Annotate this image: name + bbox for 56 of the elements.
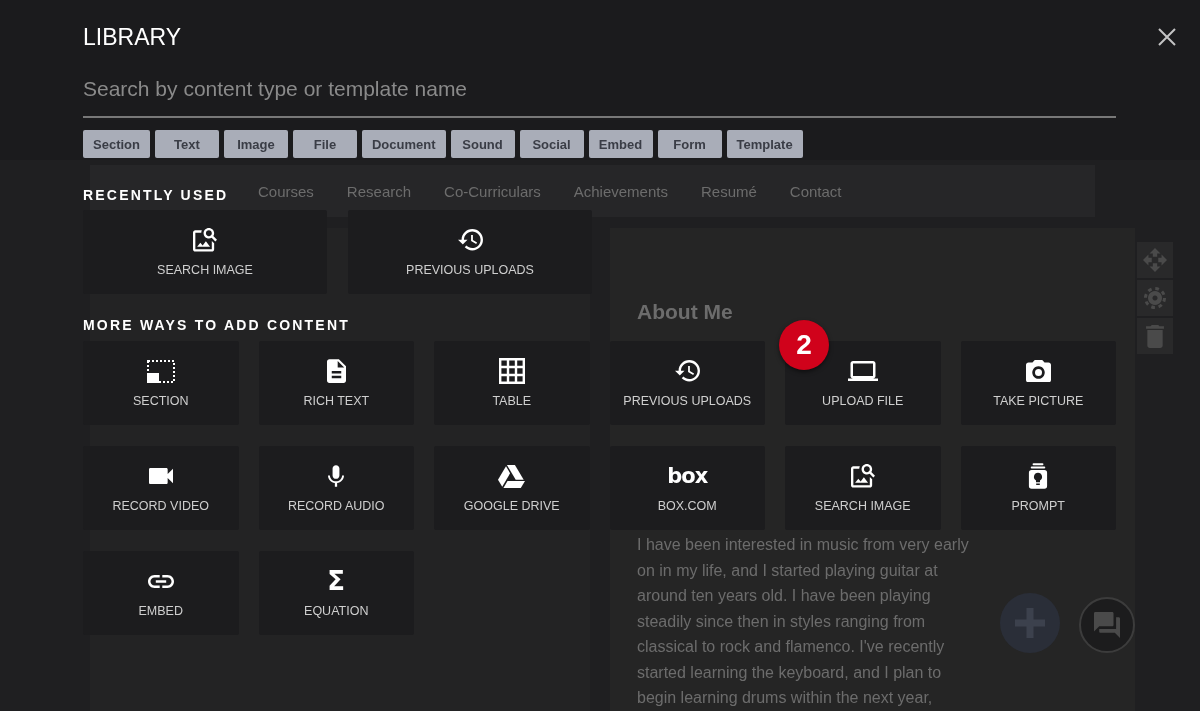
chat-button[interactable] [1079, 597, 1135, 653]
content-tile[interactable]: PROMPT [960, 446, 1116, 530]
content-tile[interactable]: GOOGLE DRIVE [434, 446, 590, 530]
content-tile[interactable]: PREVIOUS UPLOADS [348, 210, 592, 294]
about-heading: About Me [637, 300, 733, 324]
search-field[interactable]: Search by content type or template name [83, 76, 1116, 118]
image-search-icon [850, 464, 875, 488]
grid-icon [498, 358, 525, 384]
dashed-frame-icon [146, 359, 175, 383]
content-tile[interactable]: box BOX.COM [609, 446, 765, 530]
section-heading: MORE WAYS TO ADD CONTENT [83, 316, 350, 334]
filter-chip[interactable]: Section [83, 130, 150, 158]
logo-wordmark: box [667, 464, 708, 488]
filter-chip[interactable]: Sound [450, 130, 515, 158]
history-icon [674, 360, 700, 382]
filter-chip[interactable]: Embed [588, 130, 653, 158]
filter-chip[interactable]: Template [726, 130, 803, 158]
content-tile[interactable]: RICH TEXT [258, 341, 414, 425]
content-tile[interactable]: RECORD AUDIO [258, 446, 414, 530]
library-title: LIBRARY [83, 24, 181, 50]
settings-button[interactable] [1137, 280, 1173, 316]
camera-icon [1025, 359, 1051, 383]
laptop-icon [847, 361, 878, 381]
delete-button[interactable] [1137, 318, 1173, 354]
content-tile[interactable]: TABLE [434, 341, 590, 425]
video-camera-icon [148, 468, 173, 484]
document-icon [326, 359, 346, 383]
link-icon [147, 574, 174, 588]
close-button[interactable] [1158, 28, 1176, 46]
filter-chip[interactable]: File [292, 130, 357, 158]
move-button[interactable] [1137, 242, 1173, 278]
filter-chip[interactable]: Document [361, 130, 446, 158]
image-search-icon [193, 228, 217, 252]
content-tile[interactable]: SECTION [83, 341, 239, 425]
history-icon [457, 229, 483, 251]
content-tile[interactable]: TAKE PICTURE [960, 341, 1116, 425]
filter-chip[interactable]: Social [519, 130, 584, 158]
content-tile[interactable]: RECORD VIDEO [83, 446, 239, 530]
move-arrows-icon [1143, 248, 1167, 272]
content-tile[interactable]: PREVIOUS UPLOADS [609, 341, 765, 425]
filter-chip[interactable]: Image [223, 130, 288, 158]
filter-chip[interactable]: Text [154, 130, 219, 158]
content-tile[interactable]: SEARCH IMAGE [83, 210, 327, 294]
close-icon [1158, 28, 1176, 46]
content-tile[interactable]: SEARCH IMAGE [785, 446, 941, 530]
trash-icon [1146, 324, 1164, 348]
content-tile[interactable]: Σ EQUATION [258, 551, 414, 635]
microphone-icon [328, 465, 345, 487]
section-heading: RECENTLY USED [83, 186, 229, 204]
chat-icon [1094, 612, 1120, 638]
lightbulb-icon [1028, 463, 1049, 489]
triangle-logo-icon [498, 464, 526, 488]
filter-chip[interactable]: Form [657, 130, 722, 158]
settings-icon [1144, 287, 1166, 309]
content-tile[interactable]: EMBED [83, 551, 239, 635]
sigma-icon: Σ [327, 567, 346, 595]
